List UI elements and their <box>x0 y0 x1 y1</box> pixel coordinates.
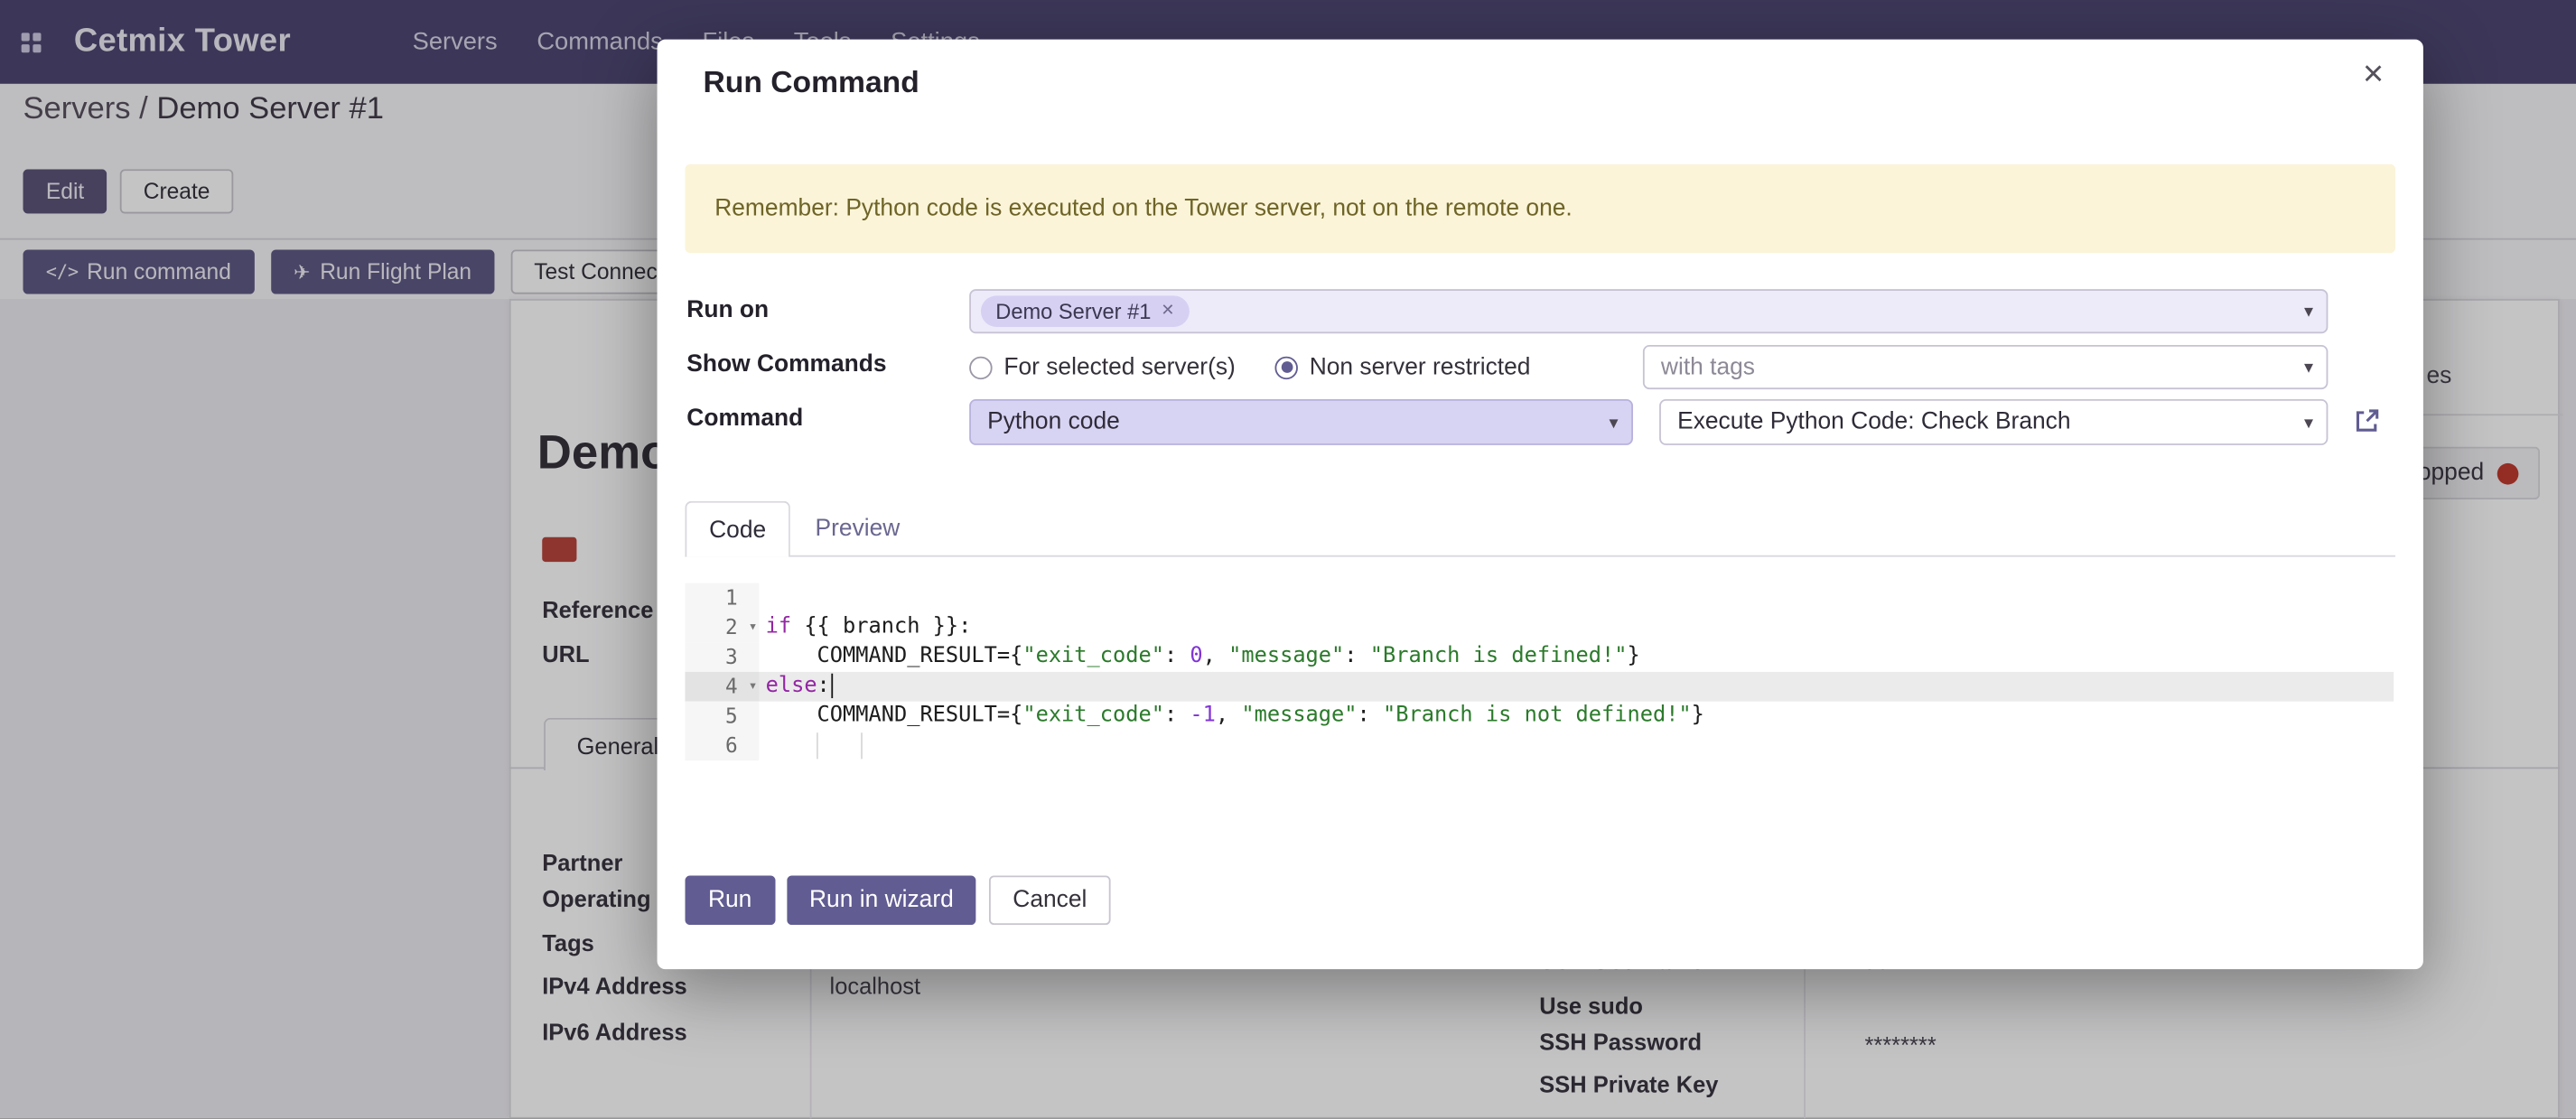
chevron-down-icon: ▾ <box>2304 301 2313 322</box>
command-select[interactable]: Execute Python Code: Check Branch ▾ <box>1659 399 2328 445</box>
external-link-icon[interactable] <box>2353 407 2381 435</box>
gutter-line-number: 3 <box>685 642 759 672</box>
python-warning-alert: Remember: Python code is executed on the… <box>685 164 2394 253</box>
code-line-2[interactable]: 2▾if {{ branch }}: <box>685 612 2394 642</box>
code-text: else: <box>759 672 2394 702</box>
show-commands-radio-group: For selected server(s) Non server restri… <box>969 345 1530 389</box>
close-icon[interactable]: × <box>2363 56 2384 92</box>
indent-guide <box>817 732 818 759</box>
chevron-down-icon: ▾ <box>2304 357 2313 378</box>
tag-remove-icon[interactable]: ✕ <box>1161 303 1174 321</box>
code-text: COMMAND_RESULT={"exit_code": -1, "messag… <box>759 702 2394 732</box>
command-type-select[interactable]: Python code ▾ <box>969 399 1633 445</box>
with-tags-select[interactable]: with tags ▾ <box>1643 345 2328 389</box>
tabs-border <box>685 555 2394 557</box>
code-line-5[interactable]: 5 COMMAND_RESULT={"exit_code": -1, "mess… <box>685 702 2394 732</box>
chevron-down-icon: ▾ <box>2304 412 2313 434</box>
chevron-down-icon: ▾ <box>1610 412 1619 434</box>
gutter-line-number: 2▾ <box>685 612 759 642</box>
server-tag[interactable]: Demo Server #1 ✕ <box>981 295 1190 327</box>
code-line-6[interactable]: 6 <box>685 731 2394 760</box>
radio-for-selected-servers[interactable] <box>969 356 992 378</box>
radio-label-selected-servers[interactable]: For selected server(s) <box>1003 354 1235 380</box>
radio-label-non-restricted[interactable]: Non server restricted <box>1310 354 1531 380</box>
code-line-3[interactable]: 3 COMMAND_RESULT={"exit_code": 0, "messa… <box>685 642 2394 672</box>
code-text <box>759 731 2394 760</box>
code-editor[interactable]: 12▾if {{ branch }}:3 COMMAND_RESULT={"ex… <box>685 583 2394 760</box>
radio-non-server-restricted[interactable] <box>1274 356 1297 378</box>
gutter-line-number: 5 <box>685 702 759 732</box>
tab-preview[interactable]: Preview <box>795 501 919 557</box>
run-on-label: Run on <box>686 297 769 323</box>
screen: Cetmix Tower ServersCommandsFilesToolsSe… <box>0 0 2576 1119</box>
tab-code[interactable]: Code <box>685 501 789 557</box>
command-label: Command <box>686 406 803 432</box>
indent-guide <box>861 732 863 759</box>
text-cursor <box>832 674 834 698</box>
gutter-line-number: 1 <box>685 583 759 613</box>
code-fold-icon[interactable]: ▾ <box>749 612 758 642</box>
code-fold-icon[interactable]: ▾ <box>749 672 758 702</box>
show-commands-label: Show Commands <box>686 351 886 378</box>
run-button[interactable]: Run <box>685 875 774 925</box>
code-text <box>759 583 2394 613</box>
run-on-field[interactable]: Demo Server #1 ✕ ▾ <box>969 289 2328 333</box>
gutter-line-number: 6 <box>685 731 759 760</box>
code-text: if {{ branch }}: <box>759 612 2394 642</box>
run-in-wizard-button[interactable]: Run in wizard <box>787 875 977 925</box>
cancel-button[interactable]: Cancel <box>990 875 1110 925</box>
dialog-title: Run Command <box>703 64 919 100</box>
code-line-1[interactable]: 1 <box>685 583 2394 613</box>
gutter-line-number: 4▾ <box>685 672 759 702</box>
dialog-footer: Run Run in wizard Cancel <box>685 875 1109 925</box>
code-line-4[interactable]: 4▾else: <box>685 672 2394 702</box>
run-command-dialog: Run Command × Remember: Python code is e… <box>658 40 2423 969</box>
code-text: COMMAND_RESULT={"exit_code": 0, "message… <box>759 642 2394 672</box>
